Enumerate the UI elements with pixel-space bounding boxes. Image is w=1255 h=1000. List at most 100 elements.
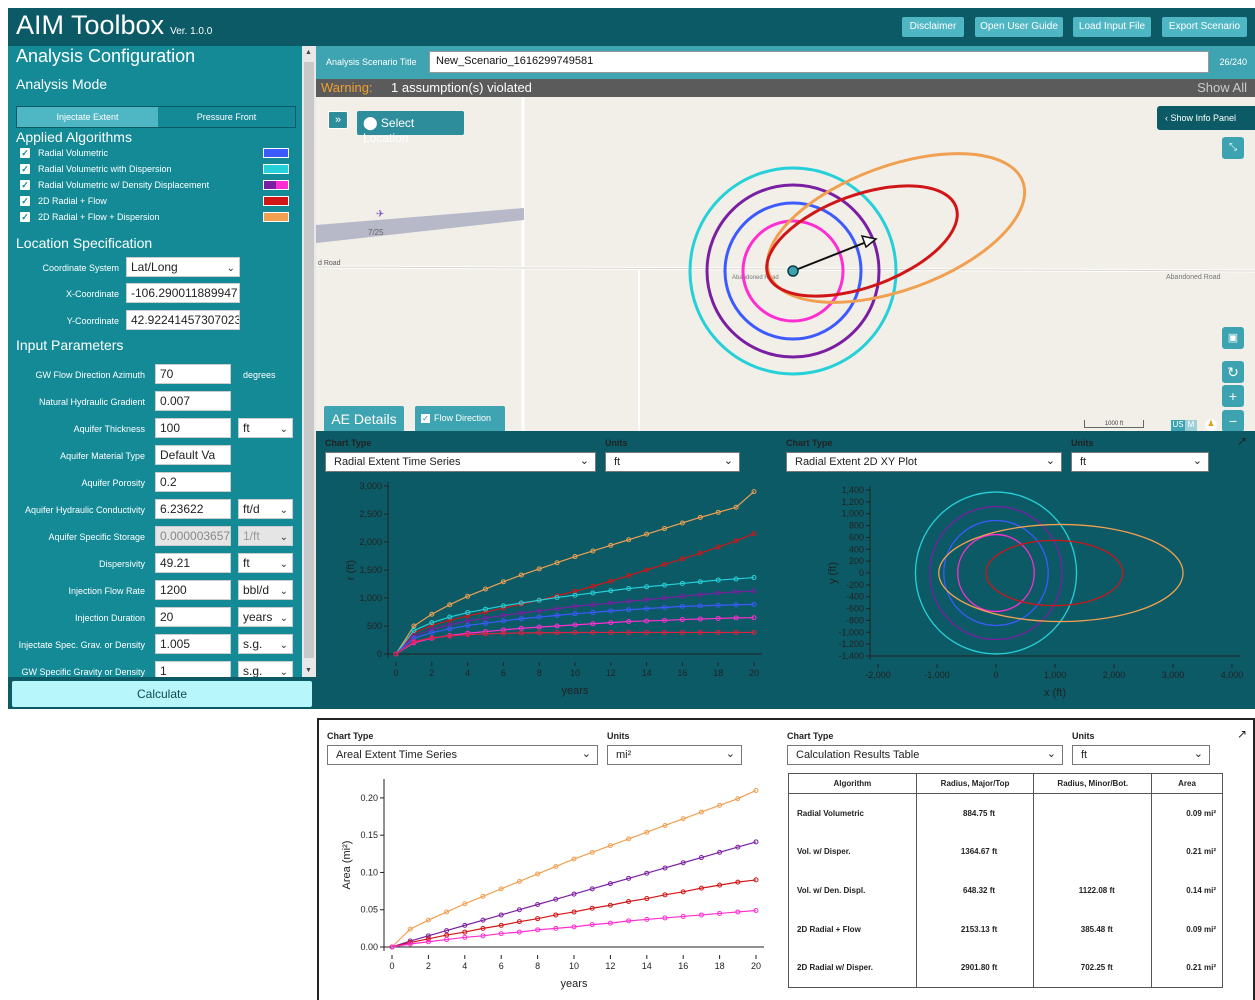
plume-circle: [914, 491, 1078, 655]
checkbox-checked[interactable]: ✓: [20, 180, 30, 190]
chevron-down-icon: ⌄: [279, 613, 288, 624]
y-axis-label: r (ft): [345, 560, 357, 580]
coord-system-select[interactable]: Lat/Long ⌄: [126, 257, 240, 277]
table-cell: 1122.08 ft: [1033, 871, 1153, 910]
chart-type-label: Chart Type: [787, 731, 834, 741]
algo-radial-volumetric-dispersion[interactable]: ✓ Radial Volumetric with Dispersion: [20, 162, 172, 176]
mode-pressure-front[interactable]: Pressure Front: [158, 107, 295, 127]
map-view[interactable]: ✈ 7/25 d Road Abandoned Road Abandoned R…: [316, 97, 1255, 431]
param-input[interactable]: 70: [155, 364, 231, 384]
chart-type-select[interactable]: Radial Extent Time Series ⌄: [325, 452, 596, 472]
units-select[interactable]: ft ⌄: [1072, 745, 1210, 765]
table-cell: 385.48 ft: [1033, 909, 1153, 949]
param-unit-select[interactable]: bbl/d ⌄: [238, 580, 293, 600]
units-select[interactable]: mi² ⌄: [607, 745, 742, 765]
y-tick-label: 1,000: [841, 509, 864, 519]
calculate-button[interactable]: Calculate: [12, 681, 312, 707]
chevron-down-icon: ⌄: [279, 532, 288, 543]
x-axis-label: years: [562, 685, 589, 697]
y-coordinate-input[interactable]: 42.92241457307023: [126, 310, 240, 330]
mode-injectate-extent[interactable]: Injectate Extent: [17, 107, 158, 127]
checkbox-checked[interactable]: ✓: [421, 414, 430, 423]
expand-icon[interactable]: ↗: [1237, 434, 1247, 448]
expand-sidebar-icon[interactable]: »: [328, 111, 348, 129]
units-select[interactable]: ft ⌄: [605, 452, 740, 472]
param-input: 0.000003657: [155, 526, 231, 546]
select-location-button[interactable]: ⬤ Select Location: [357, 111, 464, 145]
radial-extent-time-series-chart: 0 2 4 6 8 10 12 14 16 18 20 0 500 1,000 1,500 2,000 2,50…: [345, 481, 762, 697]
x-coordinate-input[interactable]: -106.290011889947: [126, 283, 240, 303]
plume-ellipse: [938, 523, 1184, 623]
param-unit-select[interactable]: ft/d ⌄: [238, 499, 293, 519]
expand-icon[interactable]: ↗: [1237, 727, 1247, 741]
param-input[interactable]: 1.005: [155, 634, 231, 654]
param-input[interactable]: Default Va: [155, 445, 231, 465]
column-header: Area: [1151, 773, 1223, 794]
param-input[interactable]: 0.2: [155, 472, 231, 492]
param-unit-select[interactable]: ft ⌄: [238, 553, 293, 573]
scenario-bar: Analysis Scenario Title New_Scenario_161…: [316, 46, 1255, 79]
scroll-up-icon[interactable]: ▲: [305, 49, 312, 56]
applied-algorithms-title: Applied Algorithms: [16, 129, 132, 145]
param-label: Aquifer Material Type: [60, 451, 145, 461]
refresh-icon[interactable]: ↻: [1222, 361, 1244, 383]
sidebar-scrollbar[interactable]: ▲ ▼: [302, 46, 316, 677]
zoom-in-icon[interactable]: +: [1222, 385, 1244, 407]
param-unit-select[interactable]: s.g. ⌄: [238, 661, 293, 677]
chevron-down-icon: ⌄: [279, 640, 288, 651]
param-input[interactable]: 6.23622: [155, 499, 231, 519]
sidebar: Analysis Configuration Analysis Mode Inj…: [8, 46, 302, 677]
param-input[interactable]: 20: [155, 607, 231, 627]
param-input[interactable]: 100: [155, 418, 231, 438]
chart-type-select[interactable]: Areal Extent Time Series ⌄: [327, 745, 598, 765]
fullscreen-exit-icon[interactable]: ⤡: [1222, 137, 1244, 159]
unit-us-toggle[interactable]: US: [1171, 420, 1185, 431]
open-user-guide-button[interactable]: Open User Guide: [975, 17, 1063, 37]
unit-m-toggle[interactable]: M: [1185, 420, 1197, 431]
show-info-panel-button[interactable]: ‹ Show Info Panel: [1157, 106, 1255, 130]
ae-details-button[interactable]: AE Details: [324, 406, 404, 431]
y-tick-label: -1,200: [838, 639, 864, 649]
disclaimer-button[interactable]: Disclaimer: [902, 17, 964, 37]
param-input[interactable]: 1200: [155, 580, 231, 600]
chart-type-select[interactable]: Radial Extent 2D XY Plot ⌄: [786, 452, 1062, 472]
algo-2d-radial-flow[interactable]: ✓ 2D Radial + Flow: [20, 194, 107, 208]
show-all-link[interactable]: Show All: [1197, 80, 1247, 95]
pegman-icon[interactable]: ♟: [1205, 419, 1217, 431]
checkbox-checked[interactable]: ✓: [20, 148, 30, 158]
scenario-title-input[interactable]: New_Scenario_1616299749581: [429, 51, 1209, 73]
chart-type-select[interactable]: Calculation Results Table ⌄: [787, 745, 1063, 765]
algo-radial-volumetric-density[interactable]: ✓ Radial Volumetric w/ Density Displaceme…: [20, 178, 209, 192]
checkbox-checked[interactable]: ✓: [20, 212, 30, 222]
algo-radial-volumetric[interactable]: ✓ Radial Volumetric: [20, 146, 108, 160]
flow-direction-toggle[interactable]: ✓ Flow Direction: [415, 406, 505, 431]
param-unit-select[interactable]: s.g. ⌄: [238, 634, 293, 654]
chevron-down-icon: ⌄: [1193, 748, 1203, 760]
layers-image-icon[interactable]: ▣: [1222, 327, 1244, 349]
scrollbar-thumb[interactable]: [304, 62, 314, 658]
scroll-down-icon[interactable]: ▼: [305, 667, 312, 674]
x-tick-label: 20: [749, 668, 759, 678]
algo-2d-radial-flow-dispersion[interactable]: ✓ 2D Radial + Flow + Dispersion: [20, 210, 160, 224]
zoom-out-icon[interactable]: −: [1222, 410, 1244, 431]
param-input[interactable]: 49.21: [155, 553, 231, 573]
export-scenario-button[interactable]: Export Scenario: [1162, 17, 1247, 37]
param-input[interactable]: 0.007: [155, 391, 231, 411]
chevron-down-icon: ⌄: [1045, 455, 1055, 467]
warning-text: 1 assumption(s) violated: [391, 80, 532, 95]
y-tick-label: 1,000: [359, 593, 382, 603]
param-input[interactable]: 1: [155, 661, 231, 677]
table-cell: 1364.67 ft: [915, 832, 1035, 872]
param-unit-select[interactable]: years ⌄: [238, 607, 293, 627]
checkbox-checked[interactable]: ✓: [20, 196, 30, 206]
checkbox-checked[interactable]: ✓: [20, 164, 30, 174]
analysis-mode-title: Analysis Mode: [16, 76, 108, 92]
chart-type-label: Chart Type: [786, 438, 833, 448]
table-cell: 884.75 ft: [915, 793, 1035, 833]
table-row: Vol. w/ Disper. 1364.67 ft 0.21 mi²: [788, 832, 1223, 872]
airplane-icon: ✈: [376, 209, 384, 220]
units-select[interactable]: ft ⌄: [1071, 452, 1209, 472]
param-unit-select[interactable]: ft ⌄: [238, 418, 293, 438]
load-input-file-button[interactable]: Load Input File: [1073, 17, 1151, 37]
param-unit-select: 1/ft ⌄: [238, 526, 293, 546]
